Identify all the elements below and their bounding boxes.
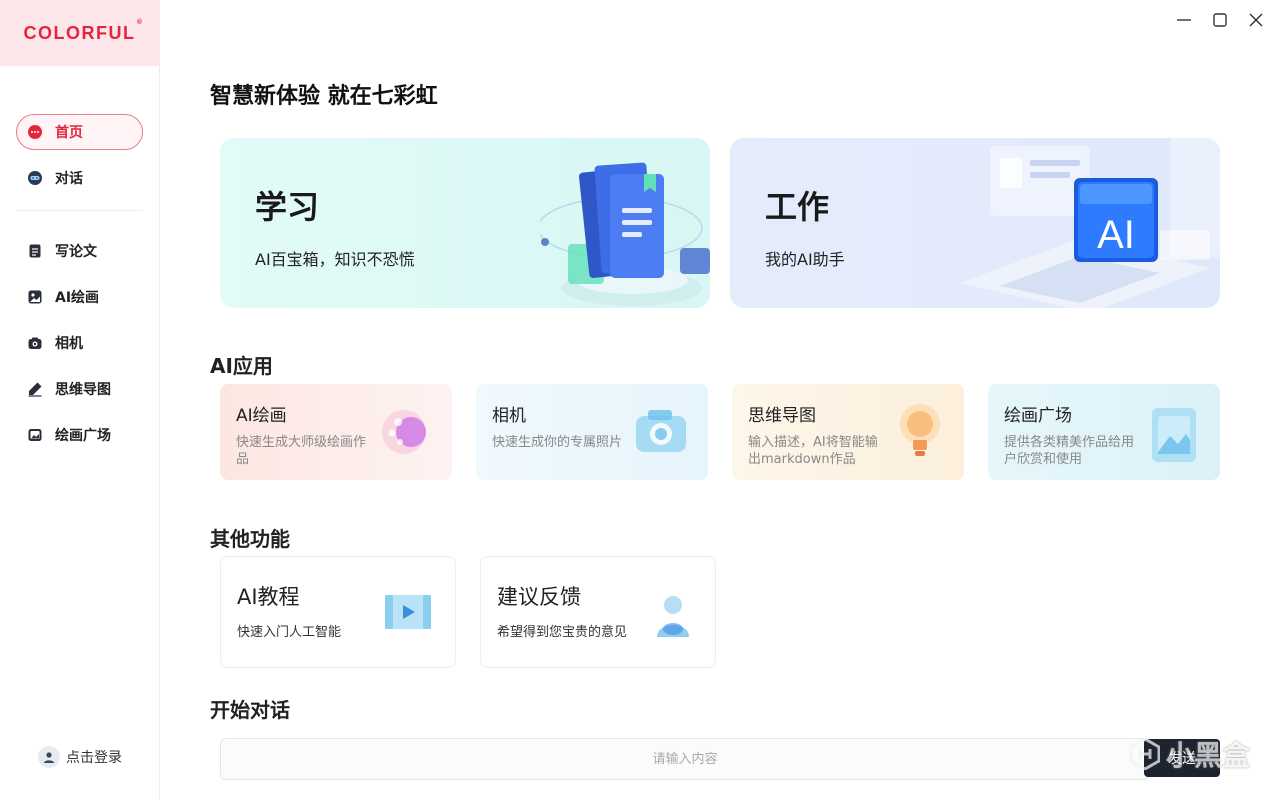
registered-mark: ® (136, 18, 144, 26)
hero-subtitle: AI百宝箱，知识不恐慌 (255, 250, 415, 269)
ai-chip-illustration: AI (960, 138, 1220, 308)
logo-text: COLORFUL (23, 22, 136, 43)
other-card-ai-tutorial[interactable]: AI教程 快速入门人工智能 (220, 556, 456, 668)
app-card-mind-map[interactable]: 思维导图 输入描述，AI将智能输出markdown作品 (732, 384, 964, 480)
app-card-gallery[interactable]: 绘画广场 提供各类精美作品给用户欣赏和使用 (988, 384, 1220, 480)
sidebar-item-gallery[interactable]: 绘画广场 (16, 417, 143, 453)
app-title: 思维导图 (748, 406, 816, 426)
sidebar-item-label: 绘画广场 (55, 428, 111, 444)
app-title: AI绘画 (236, 406, 287, 426)
palette-icon (382, 410, 426, 454)
login-label: 点击登录 (66, 750, 122, 766)
logo: COLORFUL ® (0, 0, 159, 66)
other-desc: 快速入门人工智能 (237, 625, 342, 640)
sidebar: COLORFUL ® 首页 对话 写论文 AI绘画 相机 思维导图 绘画广场 点… (0, 0, 160, 800)
pen-icon (27, 381, 43, 397)
sidebar-item-label: 思维导图 (55, 382, 111, 398)
sidebar-item-chat[interactable]: 对话 (16, 160, 143, 196)
user-feedback-icon (657, 596, 689, 637)
chat-input[interactable] (220, 738, 1150, 780)
other-card-feedback[interactable]: 建议反馈 希望得到您宝贵的意见 (480, 556, 716, 668)
watermark: 小黑盒 (1129, 734, 1250, 774)
sidebar-item-label: 相机 (55, 336, 83, 352)
other-title: 建议反馈 (497, 585, 581, 609)
app-title: 绘画广场 (1004, 406, 1072, 426)
hero-card-work[interactable]: 工作 我的AI助手 AI (730, 138, 1220, 308)
hero-title: 工作 (765, 188, 830, 226)
camera-3d-icon (636, 410, 686, 452)
app-desc: 输入描述，AI将智能输出markdown作品 (748, 435, 878, 467)
sidebar-item-mind-map[interactable]: 思维导图 (16, 371, 143, 407)
other-title: AI教程 (237, 585, 300, 609)
sidebar-item-label: 对话 (55, 171, 83, 187)
app-card-camera[interactable]: 相机 快速生成你的专属照片 (476, 384, 708, 480)
sidebar-divider (16, 210, 143, 211)
sidebar-item-write-paper[interactable]: 写论文 (16, 233, 143, 269)
section-title-other: 其他功能 (210, 527, 290, 551)
gallery-icon (27, 427, 43, 443)
app-card-ai-painting[interactable]: AI绘画 快速生成大师级绘画作品 (220, 384, 452, 480)
sidebar-item-ai-painting[interactable]: AI绘画 (16, 279, 143, 315)
sidebar-item-camera[interactable]: 相机 (16, 325, 143, 361)
main-content: 智慧新体验 就在七彩虹 学习 AI百宝箱，知识不恐慌 工作 我的AI助手 AI … (160, 0, 1280, 800)
sidebar-nav: 首页 对话 写论文 AI绘画 相机 思维导图 绘画广场 (0, 66, 159, 453)
page-title: 智慧新体验 就在七彩虹 (210, 84, 438, 109)
sidebar-item-label: 首页 (55, 125, 83, 141)
section-title-chat: 开始对话 (210, 698, 290, 722)
books-illustration (540, 162, 710, 306)
sidebar-item-home[interactable]: 首页 (16, 114, 143, 150)
other-desc: 希望得到您宝贵的意见 (497, 625, 628, 640)
sidebar-item-label: 写论文 (55, 244, 97, 260)
chat-bubble-icon (27, 124, 43, 140)
app-desc: 快速生成大师级绘画作品 (236, 435, 367, 467)
sidebar-item-label: AI绘画 (55, 290, 100, 306)
login-button[interactable]: 点击登录 (38, 746, 122, 768)
app-desc: 提供各类精美作品给用户欣赏和使用 (1004, 435, 1135, 467)
lightbulb-icon (900, 404, 940, 456)
app-desc: 快速生成你的专属照片 (492, 435, 623, 450)
picture-frame-icon (1152, 408, 1196, 462)
hero-card-study[interactable]: 学习 AI百宝箱，知识不恐慌 (220, 138, 710, 308)
robot-icon (27, 170, 43, 186)
hero-title: 学习 (255, 188, 320, 226)
watermark-text: 小黑盒 (1165, 739, 1250, 772)
hero-subtitle: 我的AI助手 (765, 250, 845, 269)
user-avatar-icon (38, 746, 60, 768)
image-icon (27, 289, 43, 305)
watermark-logo-icon (1129, 738, 1160, 770)
document-icon (27, 243, 43, 259)
ai-badge-text: AI (1097, 213, 1135, 257)
camera-icon (27, 335, 43, 351)
section-title-ai-apps: AI应用 (210, 354, 273, 378)
app-title: 相机 (492, 406, 526, 426)
video-play-icon (385, 595, 431, 629)
